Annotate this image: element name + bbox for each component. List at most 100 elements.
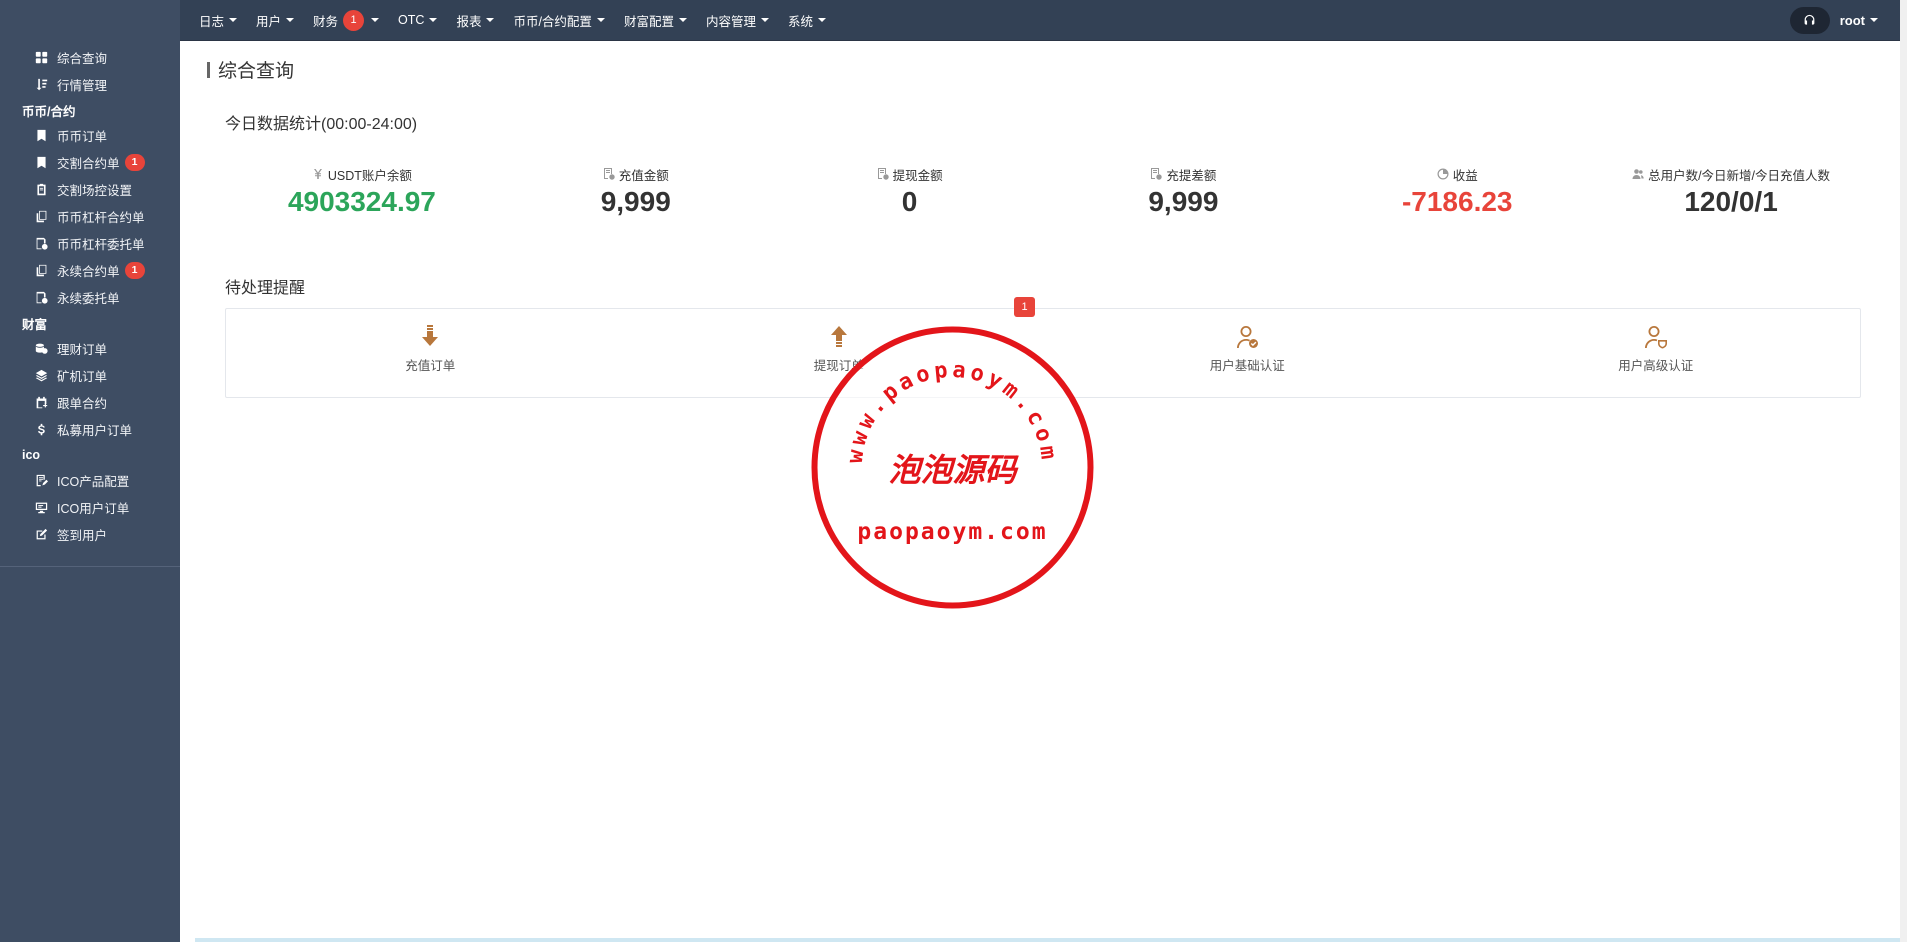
stat-label: 总用户数/今日新增/今日充值人数 — [1632, 165, 1830, 183]
pending-label: 充值订单 — [405, 359, 456, 373]
stat-value: 0 — [901, 186, 918, 217]
pending-section-title: 待处理提醒 — [225, 280, 306, 297]
calendar-icon — [33, 395, 49, 411]
caret-down-icon — [760, 18, 769, 22]
stat-label-text: 提现金额 — [892, 168, 943, 183]
copy-icon — [33, 263, 49, 279]
user-shield-icon — [1644, 326, 1667, 349]
sidebar-item-private-orders[interactable]: 私募用户订单 — [0, 416, 180, 443]
stat-value: 4903324.97 — [287, 186, 436, 217]
nav-item-finance[interactable]: 财务 1 — [313, 9, 380, 31]
pending-advanced-verification[interactable]: 用户高级认证 — [1452, 309, 1861, 397]
caret-down-icon — [429, 18, 438, 22]
pie-icon — [1437, 168, 1449, 180]
page-title-text: 综合查询 — [218, 61, 295, 82]
sidebar-item-label: 理财订单 — [57, 343, 108, 357]
sidebar-item-delivery-control[interactable]: 交割场控设置 — [0, 176, 180, 203]
top-nav-menu: 日志 用户 财务 1 OTC 报表 币币/合约配置 财富配置 内容管理 系统 — [180, 9, 845, 31]
stat-usdt-balance: USDT账户余额 4903324.97 — [225, 165, 499, 218]
sidebar-item-label: 矿机订单 — [57, 370, 108, 384]
sidebar-item-market[interactable]: 行情管理 — [0, 71, 180, 98]
sidebar-item-label: ICO用户订单 — [57, 502, 130, 516]
sidebar-item-ico-orders[interactable]: ICO用户订单 — [0, 494, 180, 521]
nav-item-otc[interactable]: OTC — [398, 13, 438, 27]
sidebar-item-overview[interactable]: 综合查询 — [0, 44, 180, 71]
edit-doc-icon — [33, 473, 49, 489]
sidebar-item-ico-config[interactable]: ICO产品配置 — [0, 467, 180, 494]
monitor-icon — [33, 500, 49, 516]
stat-label: 充提差额 — [1150, 165, 1216, 183]
caret-down-icon — [817, 18, 826, 22]
pending-label: 用户高级认证 — [1618, 359, 1694, 373]
caret-down-icon — [371, 18, 380, 22]
main-content: 综合查询 今日数据统计(00:00-24:00) USDT账户余额 490332… — [180, 41, 1900, 942]
sidebar-item-label: 跟单合约 — [57, 397, 108, 411]
stat-value: 120/0/1 — [1684, 186, 1778, 217]
pending-label: 用户基础认证 — [1209, 359, 1285, 373]
sidebar-group-title: 财富 — [22, 317, 48, 332]
sidebar-item-perpetual-entrust[interactable]: 永续委托单 — [0, 284, 180, 311]
sidebar-item-label: 交割合约单 — [57, 157, 120, 171]
pending-label: 提现订单 — [813, 359, 864, 373]
stat-value: -7186.23 — [1401, 186, 1513, 217]
nav-item-content[interactable]: 内容管理 — [706, 11, 769, 30]
nav-label: OTC — [398, 13, 425, 27]
stat-profit: 收益 -7186.23 — [1320, 165, 1594, 218]
stat-value: 9,999 — [1148, 186, 1219, 217]
nav-item-system[interactable]: 系统 — [788, 11, 826, 30]
stat-label-text: USDT账户余额 — [327, 168, 412, 183]
pending-panel: 充值订单 提现订单 用户基础认证 用户高级认证 — [225, 308, 1861, 398]
sidebar-item-delivery-orders[interactable]: 交割合约单 1 — [0, 149, 180, 176]
sort-icon — [33, 77, 49, 93]
sidebar-item-label: 行情管理 — [57, 79, 108, 93]
clipboard-icon — [33, 182, 49, 198]
caret-down-icon — [596, 18, 605, 22]
user-menu[interactable]: root — [1840, 13, 1878, 28]
headset-icon — [1804, 14, 1815, 25]
sidebar-item-margin-entrust[interactable]: 币币杠杆委托单 — [0, 230, 180, 257]
nav-item-contract-config[interactable]: 币币/合约配置 — [513, 11, 605, 30]
stat-label: 收益 — [1437, 165, 1478, 183]
dashboard-icon — [33, 50, 49, 66]
top-right-tools: root — [1789, 6, 1878, 34]
nav-item-wealth-config[interactable]: 财富配置 — [624, 11, 687, 30]
nav-label: 内容管理 — [705, 14, 756, 29]
sidebar-group-title: ico — [22, 448, 41, 462]
file-clock-icon — [33, 290, 49, 306]
pending-withdraw-orders[interactable]: 提现订单 — [635, 309, 1044, 397]
bookmark-icon — [33, 155, 49, 171]
page-title: 综合查询 — [207, 56, 294, 83]
pending-basic-verification[interactable]: 用户基础认证 — [1043, 309, 1452, 397]
sidebar-item-miner-orders[interactable]: 矿机订单 — [0, 362, 180, 389]
user-check-icon — [1237, 326, 1259, 348]
sidebar-item-label: 综合查询 — [57, 52, 108, 66]
stat-user-counts: 总用户数/今日新增/今日充值人数 120/0/1 — [1594, 165, 1868, 218]
nav-item-reports[interactable]: 报表 — [456, 11, 495, 30]
title-bar — [207, 61, 210, 78]
sidebar-item-signin-users[interactable]: 签到用户 — [0, 521, 180, 548]
arrow-up-icon — [830, 326, 847, 347]
sidebar-item-finance-orders[interactable]: 理财订单 — [0, 335, 180, 362]
sidebar-badge: 1 — [124, 154, 145, 171]
bottom-border — [195, 938, 1907, 942]
nav-item-users[interactable]: 用户 — [256, 11, 295, 30]
pending-deposit-orders[interactable]: 充值订单 — [226, 309, 635, 397]
sidebar-group-title: 币币/合约 — [22, 104, 76, 119]
headset-button[interactable] — [1789, 6, 1830, 34]
sidebar-item-perpetual-orders[interactable]: 永续合约单 1 — [0, 257, 180, 284]
nav-badge: 1 — [343, 9, 365, 31]
sidebar-item-label: 私募用户订单 — [57, 424, 133, 438]
stat-label-text: 总用户数/今日新增/今日充值人数 — [1648, 168, 1831, 183]
sidebar-item-copy-trading[interactable]: 跟单合约 — [0, 389, 180, 416]
yen-icon — [312, 168, 324, 180]
sidebar-divider — [0, 566, 180, 567]
sidebar-item-margin-orders[interactable]: 币币杠杆合约单 — [0, 203, 180, 230]
stat-net-difference: 充提差额 9,999 — [1046, 165, 1320, 218]
stat-label-text: 充提差额 — [1166, 168, 1217, 183]
nav-label: 系统 — [787, 14, 813, 29]
stat-label-text: 充值金额 — [618, 168, 669, 183]
sidebar-item-spot-orders[interactable]: 币币订单 — [0, 122, 180, 149]
nav-item-logs[interactable]: 日志 — [199, 11, 238, 30]
sidebar-item-label: 永续合约单 — [57, 265, 120, 279]
scrollbar[interactable] — [1900, 0, 1907, 942]
